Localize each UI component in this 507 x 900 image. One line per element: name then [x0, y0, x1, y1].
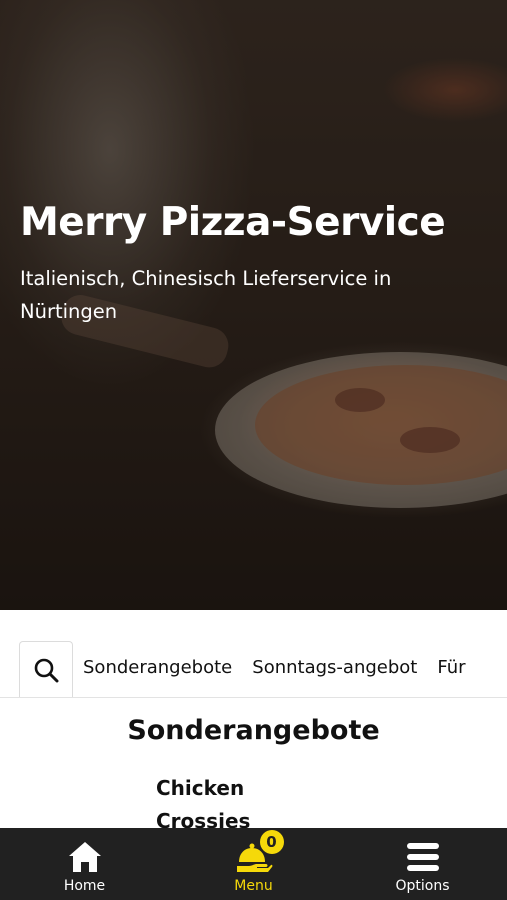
- restaurant-name: Merry Pizza-Service: [20, 200, 446, 245]
- search-button[interactable]: [19, 641, 73, 697]
- bottom-navigation: Home 0 Menu Options: [0, 828, 507, 900]
- nav-home-label: Home: [63, 878, 106, 894]
- cart-count-badge: 0: [259, 830, 284, 854]
- home-icon: [65, 836, 105, 878]
- restaurant-description: Italienisch, Chinesisch Lieferservice in…: [20, 267, 392, 323]
- category-tabs: Sonderangebote Sonntags-angebot Für: [83, 655, 486, 681]
- menu-content: Sonderangebote Chicken Crossies: [0, 698, 507, 828]
- category-bar: Sonderangebote Sonntags-angebot Für: [0, 610, 507, 698]
- nav-menu-label: Menu: [234, 878, 273, 894]
- hamburger-icon: [403, 836, 443, 878]
- menu-item-name[interactable]: Chicken Crossies: [156, 772, 316, 828]
- tab-fuer[interactable]: Für: [437, 655, 465, 681]
- section-title: Sonderangebote: [127, 715, 380, 746]
- cloche-icon: 0: [234, 830, 284, 878]
- nav-options[interactable]: Options: [338, 828, 507, 900]
- tab-sonderangebote[interactable]: Sonderangebote: [83, 655, 232, 681]
- nav-options-label: Options: [395, 878, 450, 894]
- search-icon: [34, 658, 59, 682]
- hero-banner: Merry Pizza-Service Italienisch, Chinesi…: [0, 0, 507, 610]
- tab-sonntags-angebot[interactable]: Sonntags-angebot: [252, 655, 417, 681]
- nav-menu[interactable]: 0 Menu: [169, 828, 338, 900]
- nav-home[interactable]: Home: [0, 828, 169, 900]
